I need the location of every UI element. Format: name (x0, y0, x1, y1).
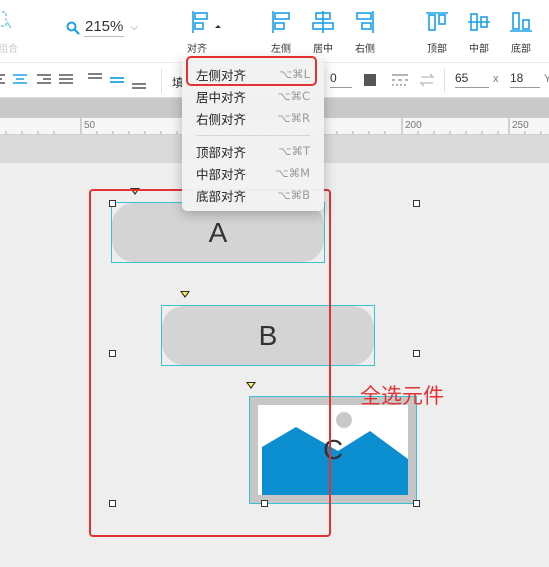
align-label: 对齐 (187, 44, 207, 55)
ungroup-icon (0, 11, 12, 29)
text-align-right-icon[interactable] (37, 74, 51, 86)
menu-item-label: 底部对齐 (196, 189, 247, 204)
align-middle-label: 中部 (469, 44, 489, 55)
align-top-icon (426, 12, 448, 31)
stroke-color-swatch[interactable] (364, 74, 376, 86)
align-middle-icon (468, 13, 490, 31)
text-justify-icon[interactable] (59, 74, 73, 86)
chevron-down-icon: ⌵ (130, 22, 138, 33)
align-dropdown-button[interactable]: 对齐 (186, 10, 226, 55)
align-middle-button[interactable]: 中部 (464, 10, 494, 55)
menu-item-label: 居中对齐 (196, 90, 247, 105)
x-label: x (493, 73, 499, 85)
stroke-pattern-icon[interactable] (392, 73, 408, 87)
valign-top-icon[interactable] (87, 71, 103, 89)
menu-item-align-center[interactable]: 居中对齐 ⌥⌘C (182, 85, 324, 107)
menu-item-shortcut: ⌥⌘B (277, 188, 310, 202)
ruler-mark: 200 (405, 120, 422, 131)
stroke-width-field[interactable]: 0 (330, 71, 352, 88)
annotation-select-all-label: 全选元件 (360, 384, 444, 408)
align-icon (192, 11, 221, 33)
ungroup-label: 组合 (0, 44, 18, 55)
align-bottom-label: 底部 (511, 44, 531, 55)
menu-item-label: 顶部对齐 (196, 145, 247, 160)
align-top-label: 顶部 (427, 44, 447, 55)
align-bottom-button[interactable]: 底部 (506, 10, 536, 55)
height-field[interactable]: 18 (510, 71, 540, 88)
menu-item-label: 右侧对齐 (196, 112, 247, 127)
align-left-icon (272, 11, 290, 33)
menu-item-shortcut: ⌥⌘C (277, 89, 310, 103)
width-field[interactable]: 65 (455, 71, 489, 88)
menu-separator (196, 135, 310, 136)
divider (161, 69, 162, 93)
menu-item-align-bottom[interactable]: 底部对齐 ⌥⌘B (182, 184, 324, 206)
align-left-button[interactable]: 左侧 (266, 10, 296, 55)
align-center-button[interactable]: 居中 (308, 10, 338, 55)
align-right-icon (356, 11, 374, 33)
zoom-value: 215% (84, 18, 125, 37)
align-center-label: 居中 (313, 44, 333, 55)
menu-item-shortcut: ⌥⌘M (275, 166, 310, 180)
ruler-mark: 50 (84, 120, 96, 131)
align-bottom-icon (510, 12, 532, 32)
align-top-button[interactable]: 顶部 (422, 10, 452, 55)
resize-handle-e[interactable] (413, 350, 420, 357)
y-label: Y (544, 73, 549, 85)
annotation-select-all-box (89, 189, 331, 537)
align-right-label: 右侧 (355, 44, 375, 55)
search-icon (66, 21, 80, 35)
align-center-icon (312, 11, 334, 33)
menu-item-shortcut: ⌥⌘T (278, 144, 310, 158)
menu-item-shortcut: ⌥⌘R (277, 111, 310, 125)
zoom-control[interactable]: 215% ⌵ (66, 18, 138, 37)
valign-middle-icon[interactable] (109, 71, 125, 89)
resize-handle-se[interactable] (413, 500, 420, 507)
menu-item-label: 中部对齐 (196, 167, 247, 182)
menu-item-align-right[interactable]: 右侧对齐 ⌥⌘R (182, 107, 324, 129)
align-right-button[interactable]: 右侧 (350, 10, 380, 55)
main-toolbar: 组合 215% ⌵ 对齐 左侧 居中 右侧 顶部 中部 底部 (0, 0, 549, 62)
annotation-highlight-left-align (186, 56, 317, 86)
valign-bottom-icon[interactable] (131, 71, 147, 89)
divider (444, 69, 445, 93)
ruler-mark: 250 (512, 120, 529, 131)
align-left-label: 左侧 (271, 44, 291, 55)
resize-handle-ne[interactable] (413, 200, 420, 207)
text-align-left-icon[interactable] (0, 74, 6, 86)
arrow-style-icon[interactable] (419, 73, 435, 87)
menu-item-align-middle[interactable]: 中部对齐 ⌥⌘M (182, 162, 324, 184)
menu-item-align-top[interactable]: 顶部对齐 ⌥⌘T (182, 140, 324, 162)
text-align-center-icon[interactable] (13, 74, 27, 86)
